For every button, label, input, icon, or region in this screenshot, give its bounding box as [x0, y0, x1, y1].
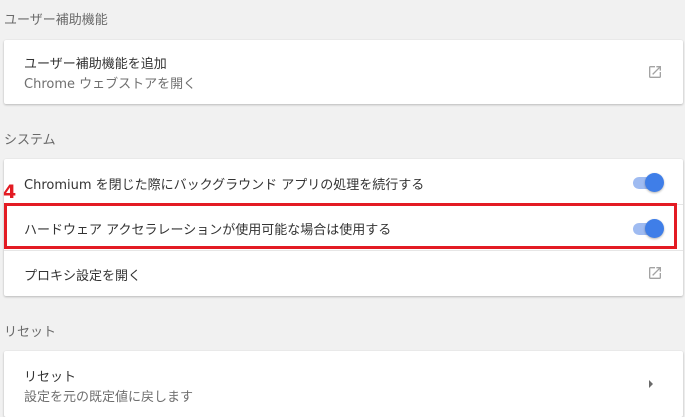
- add-accessibility-title: ユーザー補助機能を追加: [24, 57, 167, 72]
- annotation-step-number: 4: [3, 181, 17, 203]
- background-apps-toggle[interactable]: [631, 172, 664, 192]
- chevron-right-icon[interactable]: [647, 379, 655, 389]
- section-title-reset: リセット: [4, 325, 57, 340]
- section-title-system: システム: [4, 133, 56, 148]
- reset-subtitle: 設定を元の既定値に戻します: [24, 390, 194, 405]
- toggle-knob: [645, 173, 664, 192]
- proxy-settings-label: プロキシ設定を開く: [24, 269, 142, 284]
- add-accessibility-row[interactable]: ユーザー補助機能を追加 Chrome ウェブストアを開く: [4, 40, 683, 104]
- reset-card: リセット 設定を元の既定値に戻します: [4, 351, 683, 417]
- add-accessibility-subtitle: Chrome ウェブストアを開く: [24, 77, 197, 92]
- reset-row[interactable]: リセット 設定を元の既定値に戻します: [4, 351, 683, 417]
- proxy-settings-row[interactable]: プロキシ設定を開く: [4, 251, 683, 296]
- background-apps-label: Chromium を閉じた際にバックグラウンド アプリの処理を続行する: [24, 178, 425, 193]
- annotation-highlight-box: [4, 203, 677, 249]
- reset-title: リセット: [24, 370, 77, 385]
- accessibility-card: ユーザー補助機能を追加 Chrome ウェブストアを開く: [4, 40, 683, 104]
- external-link-icon[interactable]: [647, 265, 663, 281]
- section-title-accessibility: ユーザー補助機能: [4, 13, 108, 28]
- external-link-icon[interactable]: [647, 64, 663, 80]
- background-apps-row: Chromium を閉じた際にバックグラウンド アプリの処理を続行する: [4, 159, 683, 204]
